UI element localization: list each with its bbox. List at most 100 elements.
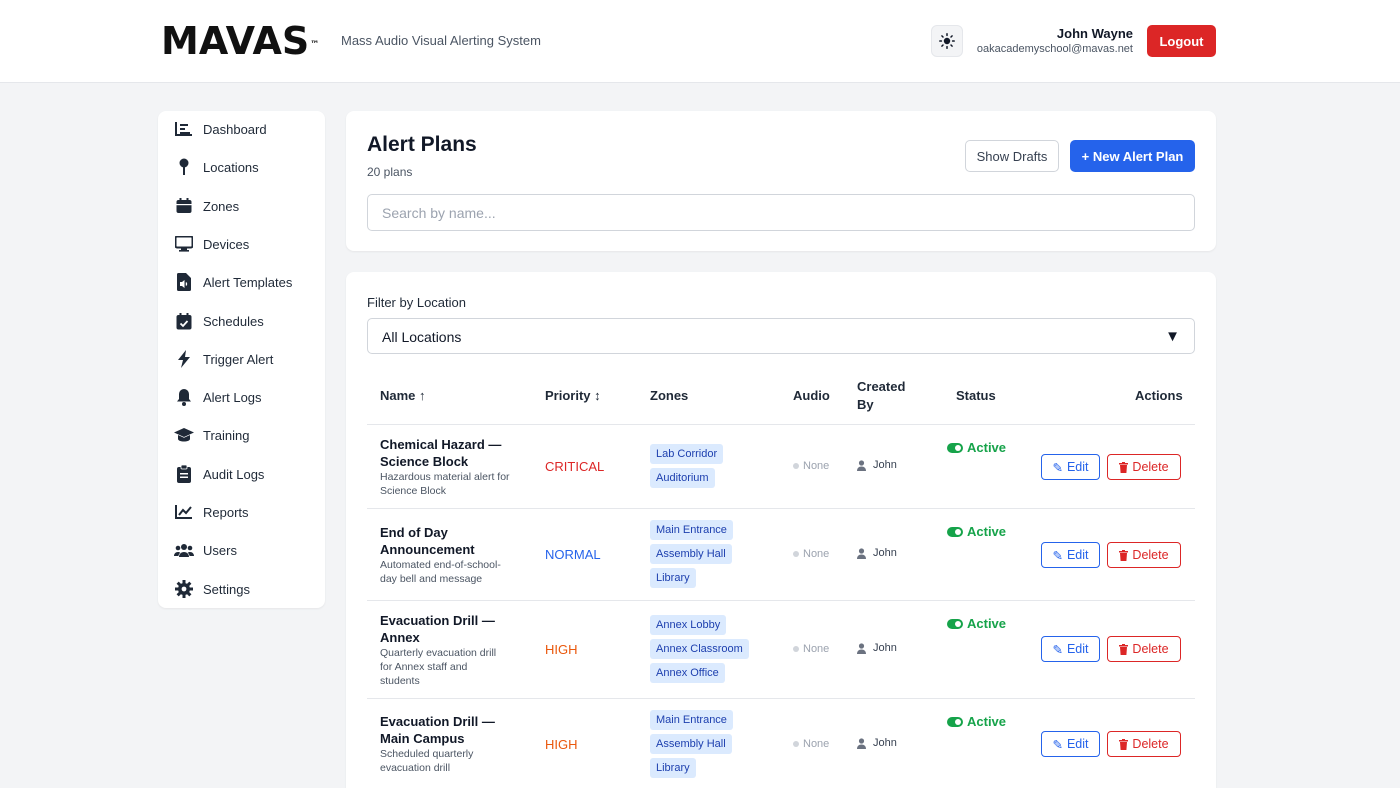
audio-cell: None [793, 738, 829, 750]
location-filter-select[interactable]: All Locations ▼ [367, 318, 1195, 354]
pencil-icon: ✎ [1052, 548, 1063, 563]
graduation-cap-icon [174, 425, 194, 445]
calendar-box-icon [174, 196, 194, 216]
zone-tag: Assembly Hall [650, 734, 732, 754]
dot-icon [793, 646, 799, 652]
sidebar-item-label: Audit Logs [203, 466, 265, 482]
pencil-icon: ✎ [1052, 737, 1063, 752]
theme-toggle-button[interactable] [931, 25, 963, 57]
audio-cell: None [793, 460, 829, 472]
table-divider [367, 600, 1195, 601]
location-filter-value: All Locations [382, 329, 462, 345]
sidebar-item-audit-logs[interactable]: Audit Logs [158, 456, 325, 492]
plan-description: Automated end-of-school-day bell and mes… [380, 559, 501, 585]
sidebar-item-trigger-alert[interactable]: Trigger Alert [158, 341, 325, 377]
edit-button[interactable]: ✎ Edit [1041, 731, 1100, 757]
sidebar-item-label: Zones [203, 198, 240, 214]
line-chart-icon [174, 502, 194, 522]
sidebar-item-training[interactable]: Training [158, 417, 325, 453]
delete-button[interactable]: Delete [1107, 454, 1181, 480]
status-badge[interactable]: Active [947, 616, 1006, 631]
user-icon [857, 642, 866, 654]
pin-icon [174, 157, 194, 177]
zone-tag: Annex Lobby [650, 615, 727, 635]
chevron-down-icon: ▼ [1165, 328, 1180, 345]
dot-icon [793, 741, 799, 747]
plan-name[interactable]: Chemical Hazard — Science Block [380, 436, 510, 470]
sidebar-item-devices[interactable]: Devices [158, 226, 325, 262]
sidebar-item-label: Users [203, 542, 237, 558]
status-badge[interactable]: Active [947, 440, 1006, 455]
plan-description: Quarterly evacuation drill for Annex staf… [380, 647, 497, 687]
clipboard-icon [174, 464, 194, 484]
column-header-created-by-line2: By [857, 397, 874, 412]
sidebar-item-schedules[interactable]: Schedules [158, 303, 325, 339]
column-header-priority[interactable]: Priority ↕ [545, 388, 601, 403]
sidebar-item-settings[interactable]: Settings [158, 571, 325, 607]
plan-name[interactable]: Evacuation Drill — Main Campus [380, 713, 510, 747]
sidebar-item-zones[interactable]: Zones [158, 188, 325, 224]
column-header-name[interactable]: Name ↑ [380, 388, 426, 403]
plan-count: 20 plans [367, 165, 413, 179]
column-header-status: Status [956, 388, 996, 403]
toggle-on-icon [947, 442, 963, 453]
dot-icon [793, 463, 799, 469]
edit-button[interactable]: ✎ Edit [1041, 542, 1100, 568]
sidebar-item-alert-templates[interactable]: Alert Templates [158, 264, 325, 300]
search-input[interactable] [367, 194, 1195, 231]
user-email: oakacademyschool@mavas.net [976, 43, 1133, 55]
status-badge[interactable]: Active [947, 524, 1006, 539]
trash-icon [1119, 461, 1129, 473]
created-by-cell: John [857, 737, 897, 749]
zone-tag: Library [650, 568, 696, 588]
plan-description: Scheduled quarterly evacuation drill [380, 748, 474, 774]
edit-button[interactable]: ✎ Edit [1041, 636, 1100, 662]
user-name: John Wayne [1056, 26, 1133, 41]
created-by-cell: John [857, 642, 897, 654]
alert-plans-header-card: Alert Plans 20 plans Show Drafts + New A… [346, 111, 1216, 251]
alert-plans-table-card: Filter by Location All Locations ▼ Name … [346, 272, 1216, 788]
sidebar-item-reports[interactable]: Reports [158, 494, 325, 530]
show-drafts-button[interactable]: Show Drafts [965, 140, 1059, 172]
trash-icon [1119, 643, 1129, 655]
audio-cell: None [793, 548, 829, 560]
zone-tag: Library [650, 758, 696, 778]
toggle-on-icon [947, 618, 963, 629]
delete-button[interactable]: Delete [1107, 542, 1181, 568]
trash-icon [1119, 549, 1129, 561]
user-icon [857, 737, 866, 749]
sidebar-item-locations[interactable]: Locations [158, 149, 325, 185]
sun-icon [939, 33, 955, 49]
table-divider [367, 698, 1195, 699]
new-alert-plan-button[interactable]: + New Alert Plan [1070, 140, 1195, 172]
trash-icon [1119, 738, 1129, 750]
table-divider [367, 424, 1195, 425]
delete-button[interactable]: Delete [1107, 731, 1181, 757]
sidebar-item-users[interactable]: Users [158, 532, 325, 568]
delete-button[interactable]: Delete [1107, 636, 1181, 662]
bell-icon [174, 387, 194, 407]
user-icon [857, 547, 866, 559]
calendar-check-icon [174, 311, 194, 331]
chart-icon [174, 119, 194, 139]
user-icon [857, 459, 866, 471]
status-badge[interactable]: Active [947, 714, 1006, 729]
plan-name[interactable]: Evacuation Drill — Annex [380, 612, 510, 646]
sidebar-item-alert-logs[interactable]: Alert Logs [158, 379, 325, 415]
plan-name[interactable]: End of Day Announcement [380, 524, 510, 558]
column-header-audio: Audio [793, 388, 830, 403]
sidebar-item-label: Alert Logs [203, 389, 262, 405]
created-by-cell: John [857, 547, 897, 559]
pencil-icon: ✎ [1052, 460, 1063, 475]
edit-button[interactable]: ✎ Edit [1041, 454, 1100, 480]
gear-icon [174, 579, 194, 599]
column-header-created-by-line1: Created [857, 379, 906, 394]
sidebar-item-label: Settings [203, 581, 250, 597]
users-icon [174, 540, 194, 560]
plan-description: Hazardous material alert for Science Bloc… [380, 471, 510, 497]
logout-button[interactable]: Logout [1147, 25, 1216, 57]
sidebar-item-dashboard[interactable]: Dashboard [158, 111, 325, 147]
mavas-logo[interactable]: MAVAS™ [161, 20, 319, 62]
zone-tag: Lab Corridor [650, 444, 724, 464]
monitor-icon [174, 234, 194, 254]
